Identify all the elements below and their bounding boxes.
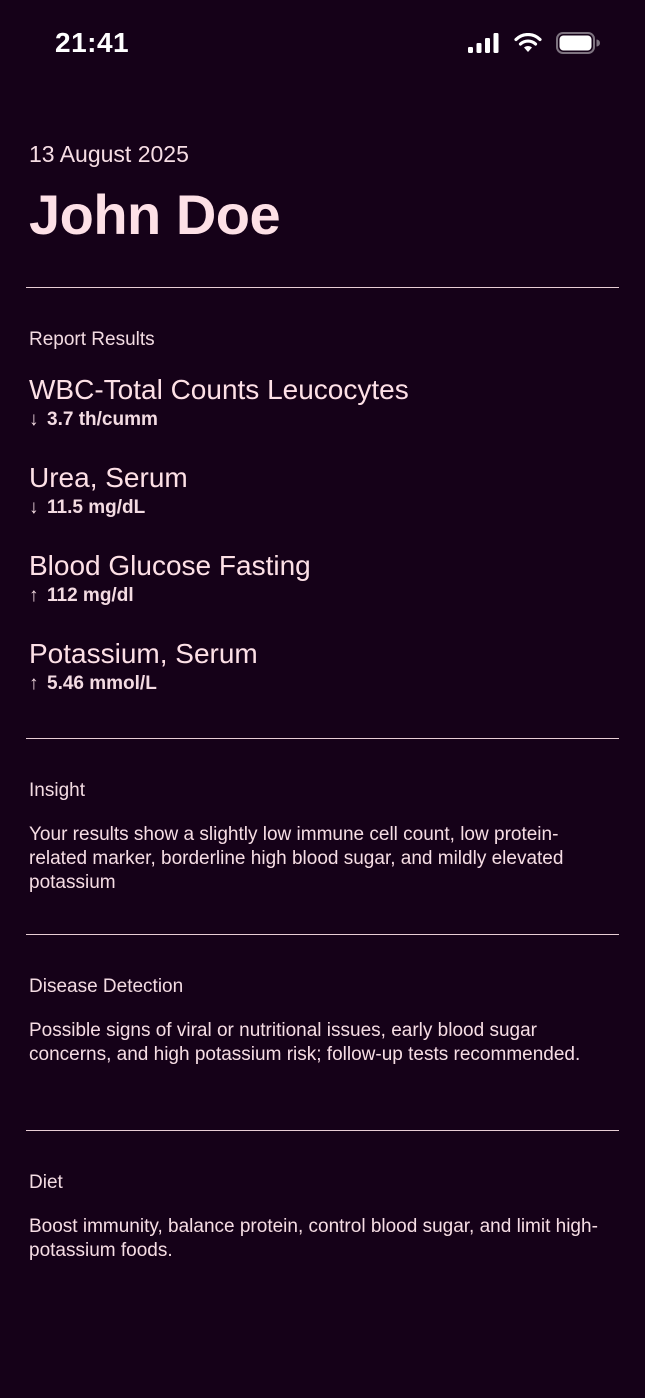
- status-icons: [468, 30, 600, 56]
- report-date: 13 August 2025: [29, 141, 189, 167]
- cellular-signal-icon: [468, 33, 499, 53]
- arrow-down-icon: ↓: [29, 497, 39, 518]
- disease-detection-label: Disease Detection: [29, 976, 184, 997]
- result-item-wbc: WBC-Total Counts Leucocytes ↓ 3.7 th/cum…: [29, 373, 619, 431]
- wifi-icon: [514, 33, 542, 52]
- result-value: ↑ 5.46 mmol/L: [29, 673, 619, 695]
- insight-label: Insight: [29, 780, 85, 801]
- result-item-glucose: Blood Glucose Fasting ↑ 112 mg/dl: [29, 549, 619, 607]
- result-value-text: 11.5 mg/dL: [47, 497, 146, 518]
- divider: [26, 934, 619, 935]
- patient-name: John Doe: [29, 183, 281, 246]
- diet-text: Boost immunity, balance protein, control…: [29, 1216, 598, 1261]
- disease-detection-text: Possible signs of viral or nutritional i…: [29, 1020, 581, 1065]
- result-value: ↓ 3.7 th/cumm: [29, 409, 619, 431]
- result-name: Blood Glucose Fasting: [29, 550, 311, 581]
- result-name: Urea, Serum: [29, 462, 188, 493]
- status-bar: 21:41: [0, 0, 645, 90]
- result-name: WBC-Total Counts Leucocytes: [29, 374, 409, 405]
- result-value: ↓ 11.5 mg/dL: [29, 497, 619, 519]
- divider: [26, 1130, 619, 1131]
- arrow-down-icon: ↓: [29, 409, 39, 430]
- result-value-text: 5.46 mmol/L: [47, 673, 157, 694]
- arrow-up-icon: ↑: [29, 673, 39, 694]
- report-results-label: Report Results: [29, 329, 155, 350]
- diet-label: Diet: [29, 1172, 63, 1193]
- divider: [26, 287, 619, 288]
- status-time: 21:41: [55, 27, 130, 58]
- battery-icon: [556, 32, 600, 54]
- result-value-text: 112 mg/dl: [47, 585, 134, 606]
- result-name: Potassium, Serum: [29, 638, 258, 669]
- insight-text: Your results show a slightly low immune …: [29, 824, 564, 893]
- result-item-urea: Urea, Serum ↓ 11.5 mg/dL: [29, 461, 619, 519]
- result-item-potassium: Potassium, Serum ↑ 5.46 mmol/L: [29, 637, 619, 695]
- result-value: ↑ 112 mg/dl: [29, 585, 619, 607]
- divider: [26, 738, 619, 739]
- arrow-up-icon: ↑: [29, 585, 39, 606]
- result-value-text: 3.7 th/cumm: [47, 409, 158, 430]
